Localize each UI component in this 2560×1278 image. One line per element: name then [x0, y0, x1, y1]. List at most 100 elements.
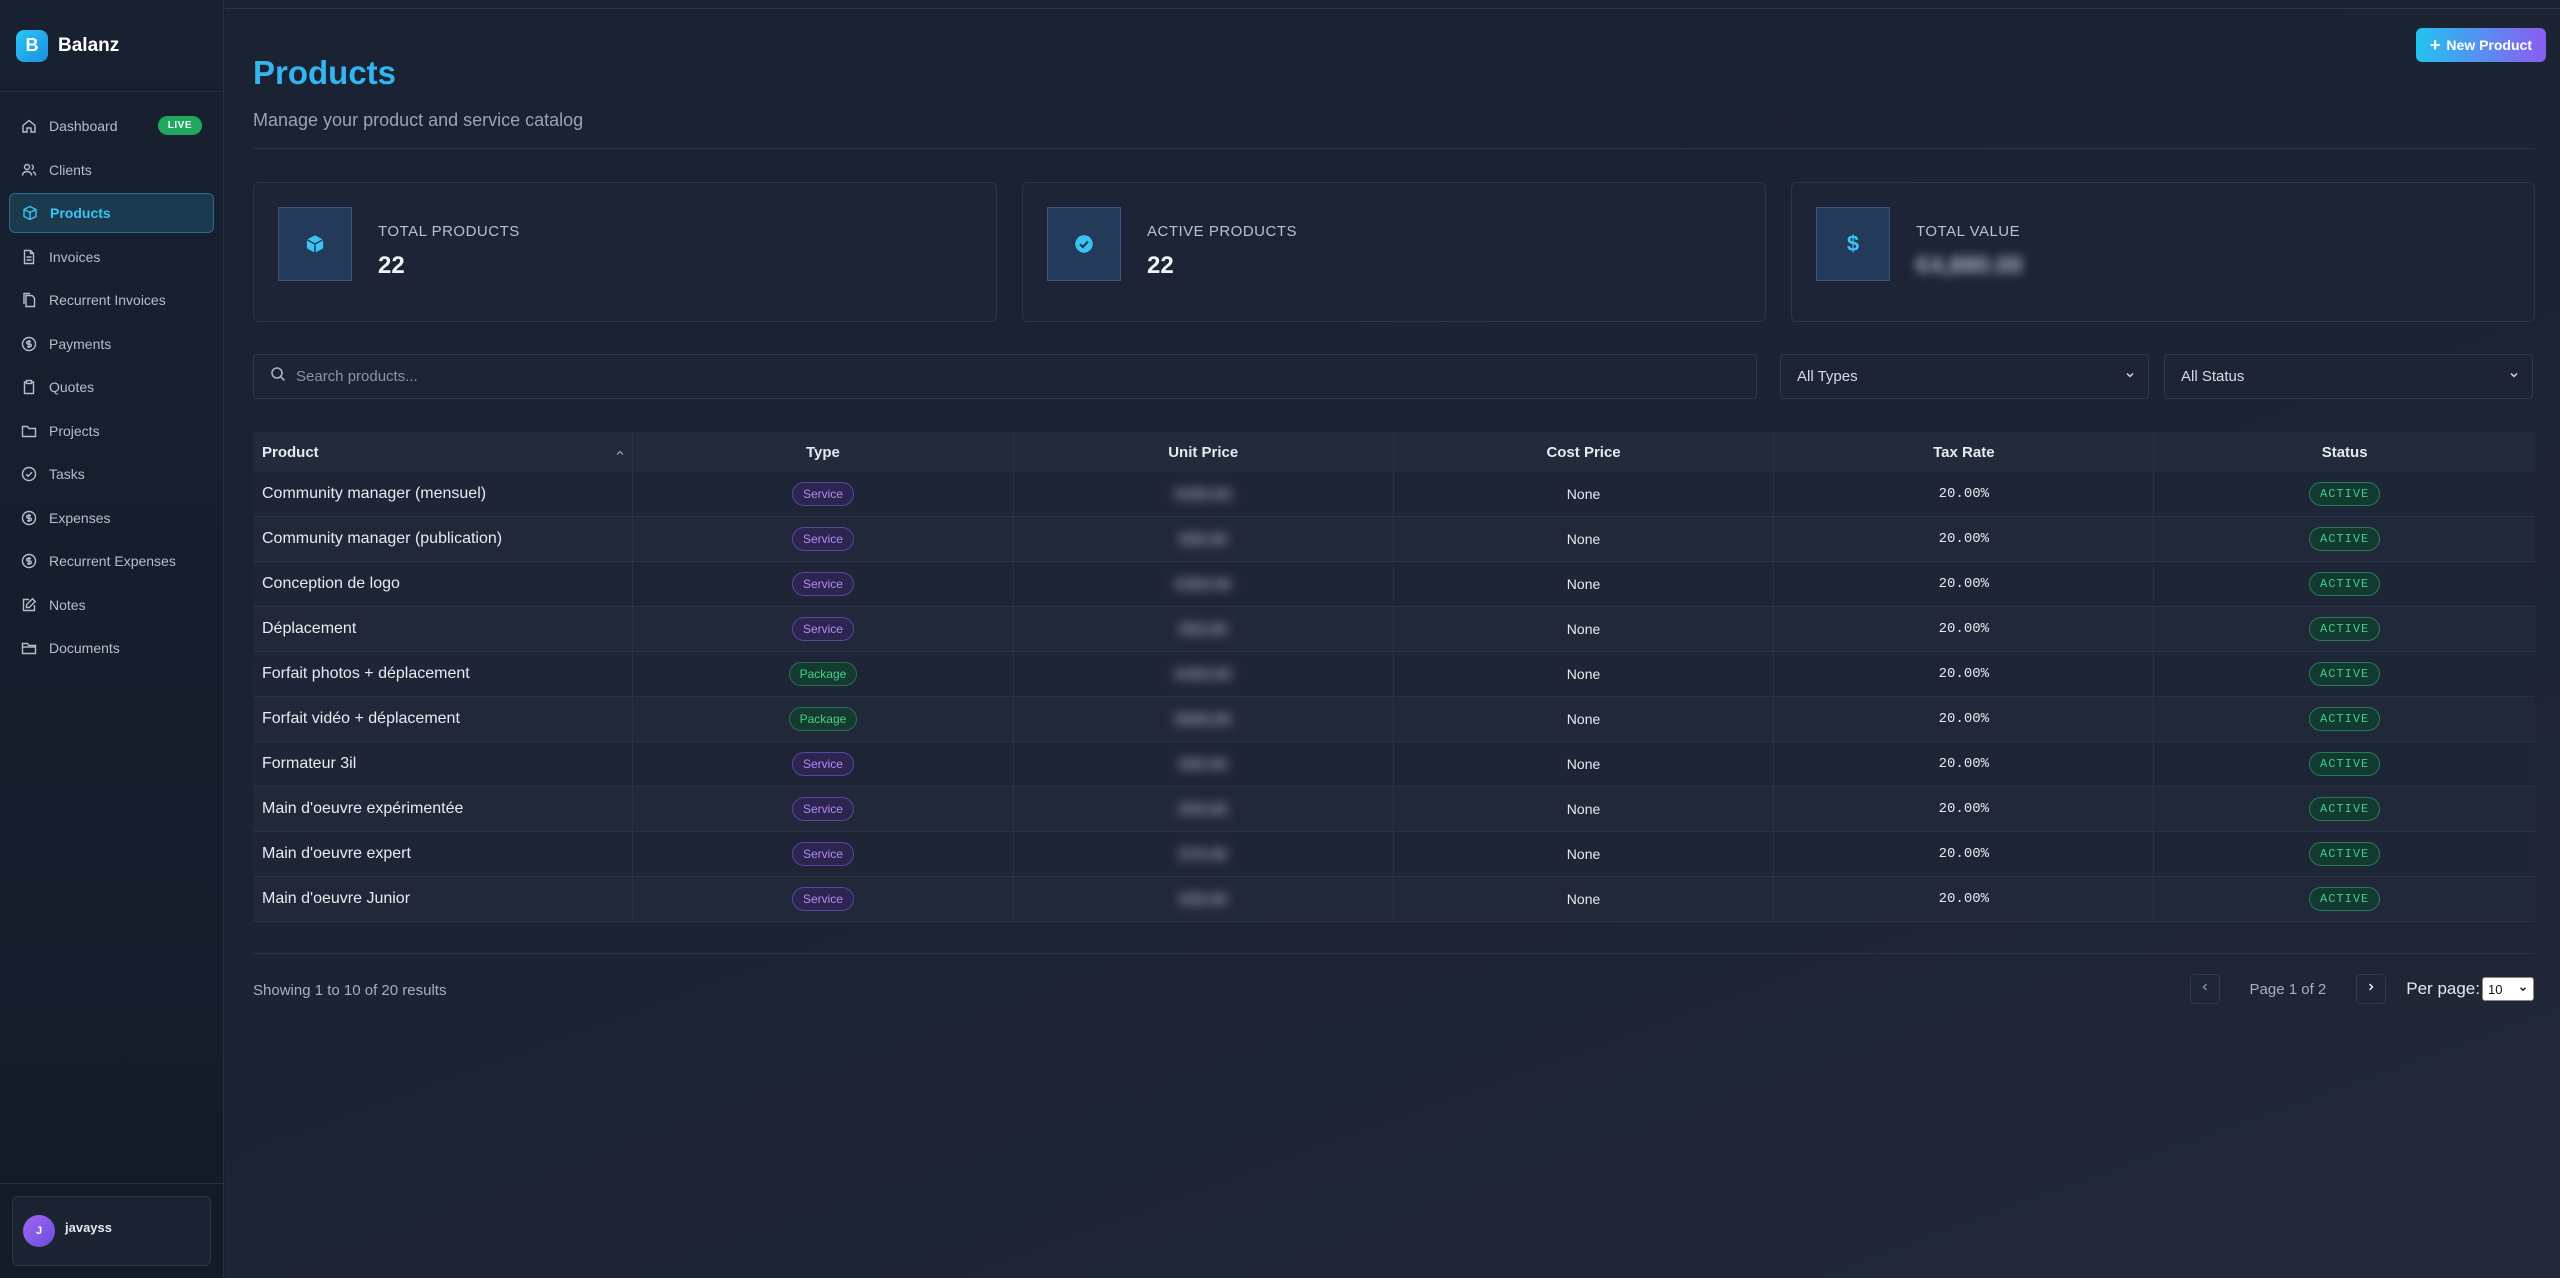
footer-divider	[253, 953, 2535, 954]
cost-price: None	[1566, 486, 1601, 502]
type-select[interactable]: All Types	[1780, 354, 2149, 399]
sidebar-item-label: Clients	[49, 161, 92, 178]
unit-price-blurred: €70.00	[1174, 843, 1233, 865]
cell-cost-price: None	[1394, 607, 1775, 651]
unit-price-blurred: €50.00	[1174, 618, 1233, 640]
prev-page-button[interactable]	[2189, 974, 2220, 1004]
cell-type: Service	[633, 562, 1014, 606]
sidebar-item-dashboard[interactable]: Dashboard LIVE	[9, 106, 214, 146]
sidebar-item-recurrent-expenses[interactable]: Recurrent Expenses	[9, 541, 214, 581]
column-header-type[interactable]: Type	[633, 432, 1014, 472]
cell-type: Package	[633, 697, 1014, 741]
type-badge: Service	[791, 482, 854, 506]
user-menu[interactable]: J javayss	[12, 1196, 211, 1266]
per-page-select[interactable]: 10	[2482, 977, 2534, 1001]
sidebar-item-documents[interactable]: Documents	[9, 628, 214, 668]
tax-rate: 20.00%	[1938, 756, 1990, 772]
table-row[interactable]: Main d'oeuvre Junior Service €30.00 None…	[253, 877, 2535, 922]
tax-rate: 20.00%	[1938, 576, 1990, 592]
table-row[interactable]: Main d'oeuvre expérimentée Service €45.0…	[253, 787, 2535, 832]
sidebar-item-quotes[interactable]: Quotes	[9, 367, 214, 407]
status-badge: ACTIVE	[2309, 482, 2381, 506]
sidebar-item-label: Expenses	[49, 509, 111, 526]
sidebar-item-notes[interactable]: Notes	[9, 585, 214, 625]
column-header-product[interactable]: Product	[253, 432, 634, 472]
search-box[interactable]	[253, 354, 1757, 399]
cell-product: Formateur 3il	[253, 742, 634, 786]
sidebar-item-expenses[interactable]: Expenses	[9, 498, 214, 538]
cell-type: Package	[633, 652, 1014, 696]
sidebar-item-label: Quotes	[49, 379, 95, 395]
cell-unit-price: €60.00	[1014, 517, 1394, 561]
unit-price-blurred: €60.00	[1174, 753, 1233, 775]
sidebar-item-projects[interactable]: Projects	[9, 411, 214, 451]
cell-unit-price: €350.00	[1014, 472, 1394, 516]
sidebar-item-clients[interactable]: Clients	[9, 150, 214, 190]
table-row[interactable]: Forfait vidéo + déplacement Package €600…	[253, 697, 2535, 742]
status-select[interactable]: All Status	[2164, 354, 2533, 399]
column-header-cost-price[interactable]: Cost Price	[1394, 432, 1775, 472]
column-header-status[interactable]: Status	[2154, 432, 2534, 472]
new-product-button[interactable]: + New Product	[2415, 28, 2546, 62]
cell-product: Community manager (publication)	[253, 517, 634, 561]
cell-cost-price: None	[1394, 472, 1775, 516]
cell-type: Service	[633, 877, 1014, 921]
type-badge: Service	[791, 797, 854, 821]
chevron-up-icon[interactable]	[614, 446, 626, 463]
status-badge: ACTIVE	[2309, 887, 2381, 911]
table-row[interactable]: Community manager (publication) Service …	[253, 517, 2535, 562]
sidebar-item-label: Tasks	[49, 466, 85, 482]
cell-tax-rate: 20.00%	[1774, 877, 2155, 921]
product-name: Formateur 3il	[262, 755, 357, 772]
status-badge: ACTIVE	[2309, 707, 2381, 731]
page-title: Products	[253, 54, 397, 91]
per-page: Per page: 10	[2406, 977, 2534, 1001]
table-row[interactable]: Conception de logo Service €300.00 None …	[253, 562, 2535, 607]
table-row[interactable]: Main d'oeuvre expert Service €70.00 None…	[253, 832, 2535, 877]
cell-type: Service	[633, 832, 1014, 876]
cell-product: Forfait vidéo + déplacement	[253, 697, 634, 741]
table-row[interactable]: Déplacement Service €50.00 None 20.00% A…	[253, 607, 2535, 652]
cell-product: Déplacement	[253, 607, 634, 651]
chevron-down-icon	[2124, 368, 2136, 385]
stat-card-total-value: $ TOTAL VALUE €4,880.00	[1791, 182, 2535, 322]
sidebar-item-tasks[interactable]: Tasks	[9, 454, 214, 494]
sidebar-item-label: Recurrent Invoices	[49, 292, 166, 308]
sidebar-item-products[interactable]: Products	[9, 193, 214, 233]
stat-value: 22	[1147, 252, 1174, 279]
check-badge-icon	[1047, 207, 1121, 281]
column-header-tax-rate[interactable]: Tax Rate	[1774, 432, 2155, 472]
cell-status: ACTIVE	[2154, 652, 2534, 696]
search-input[interactable]	[296, 368, 1696, 385]
sidebar-item-label: Documents	[49, 640, 120, 656]
brand[interactable]: B Balanz	[0, 0, 223, 92]
stat-card-total-products: TOTAL PRODUCTS 22	[253, 182, 997, 322]
cell-type: Service	[633, 607, 1014, 651]
table-body: Community manager (mensuel) Service €350…	[253, 472, 2535, 922]
column-header-label: Product	[262, 443, 319, 461]
box-icon	[22, 205, 38, 221]
stat-label: TOTAL PRODUCTS	[378, 223, 520, 240]
next-page-button[interactable]	[2356, 974, 2387, 1004]
chevron-left-icon	[2199, 980, 2211, 998]
cell-cost-price: None	[1394, 787, 1775, 831]
table-row[interactable]: Formateur 3il Service €60.00 None 20.00%…	[253, 742, 2535, 787]
product-name: Main d'oeuvre Junior	[262, 890, 411, 907]
cell-product: Forfait photos + déplacement	[253, 652, 634, 696]
sidebar-item-label: Invoices	[49, 248, 101, 265]
sidebar-item-recurrent-invoices[interactable]: Recurrent Invoices	[9, 280, 214, 320]
sidebar-item-payments[interactable]: Payments	[9, 324, 214, 364]
sidebar-item-invoices[interactable]: Invoices	[9, 237, 214, 277]
table-row[interactable]: Forfait photos + déplacement Package €45…	[253, 652, 2535, 697]
table-row[interactable]: Community manager (mensuel) Service €350…	[253, 472, 2535, 517]
cell-cost-price: None	[1394, 877, 1775, 921]
cell-unit-price: €450.00	[1014, 652, 1394, 696]
stat-value: 22	[378, 252, 405, 279]
cell-type: Service	[633, 742, 1014, 786]
cost-price: None	[1566, 666, 1601, 682]
sidebar-item-label: Projects	[49, 422, 100, 439]
cell-unit-price: €30.00	[1014, 877, 1394, 921]
cell-product: Main d'oeuvre expérimentée	[253, 787, 634, 831]
stat-label: ACTIVE PRODUCTS	[1147, 223, 1298, 240]
column-header-unit-price[interactable]: Unit Price	[1014, 432, 1394, 472]
